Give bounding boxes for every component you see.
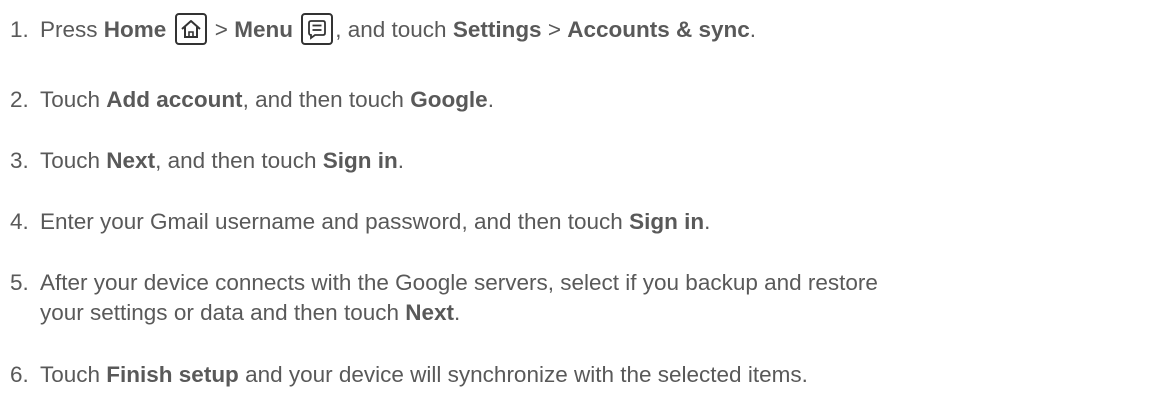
sign-in-label: Sign in <box>322 148 398 173</box>
next-label: Next <box>405 300 455 325</box>
step-number: 5. <box>10 270 29 295</box>
separator: > <box>208 17 235 42</box>
step-text-end: . <box>397 148 404 173</box>
home-icon <box>174 13 207 46</box>
step-text-end: . <box>487 87 494 112</box>
step-text: After your device connects with the Goog… <box>40 268 1140 328</box>
step-text-rest: and your device will synchronize with th… <box>238 362 808 387</box>
step-text: Touch Add account, and then touch Google… <box>40 85 1140 115</box>
home-label: Home <box>103 17 167 42</box>
add-account-label: Add account <box>106 87 243 112</box>
step-text: Touch Finish setup and your device will … <box>40 360 1140 390</box>
step-text-line-2: your settings or data and then touch <box>40 300 406 325</box>
step-text-touch: Touch <box>40 87 107 112</box>
next-label: Next <box>106 148 156 173</box>
accounts-sync-label: Accounts & sync <box>567 17 750 42</box>
step-number: 1. <box>10 17 29 42</box>
step-text-and-then: , and then touch <box>242 87 411 112</box>
step-text: Touch Next, and then touch Sign in. <box>40 146 1140 176</box>
step-number: 6. <box>10 362 29 387</box>
step-text-end: . <box>454 300 461 325</box>
step-text-touch: Touch <box>40 148 107 173</box>
step-text-line-1: After your device connects with the Goog… <box>40 270 878 295</box>
step-text: Press Home > Menu , and touch Settings >… <box>40 13 1140 47</box>
step-text: Enter your Gmail username and password, … <box>40 207 1140 237</box>
step-text-enter: Enter your Gmail username and password, … <box>40 209 630 234</box>
google-label: Google <box>410 87 488 112</box>
step-text-and-touch: , and touch <box>335 17 453 42</box>
sign-in-label: Sign in <box>629 209 705 234</box>
menu-label: Menu <box>234 17 293 42</box>
finish-setup-label: Finish setup <box>106 362 239 387</box>
step-text-and-then: , and then touch <box>155 148 323 173</box>
step-text-end: . <box>749 17 757 42</box>
instruction-steps: 1. Press Home > Menu , and touch Setting… <box>0 0 1156 415</box>
step-text-touch: Touch <box>40 362 107 387</box>
menu-icon <box>301 13 334 46</box>
settings-label: Settings <box>452 17 542 42</box>
step-text-end: . <box>704 209 711 234</box>
separator: > <box>541 17 568 42</box>
step-number: 3. <box>10 148 29 173</box>
step-number: 4. <box>10 209 29 234</box>
step-number: 2. <box>10 87 29 112</box>
step-text-press: Press <box>40 17 104 42</box>
